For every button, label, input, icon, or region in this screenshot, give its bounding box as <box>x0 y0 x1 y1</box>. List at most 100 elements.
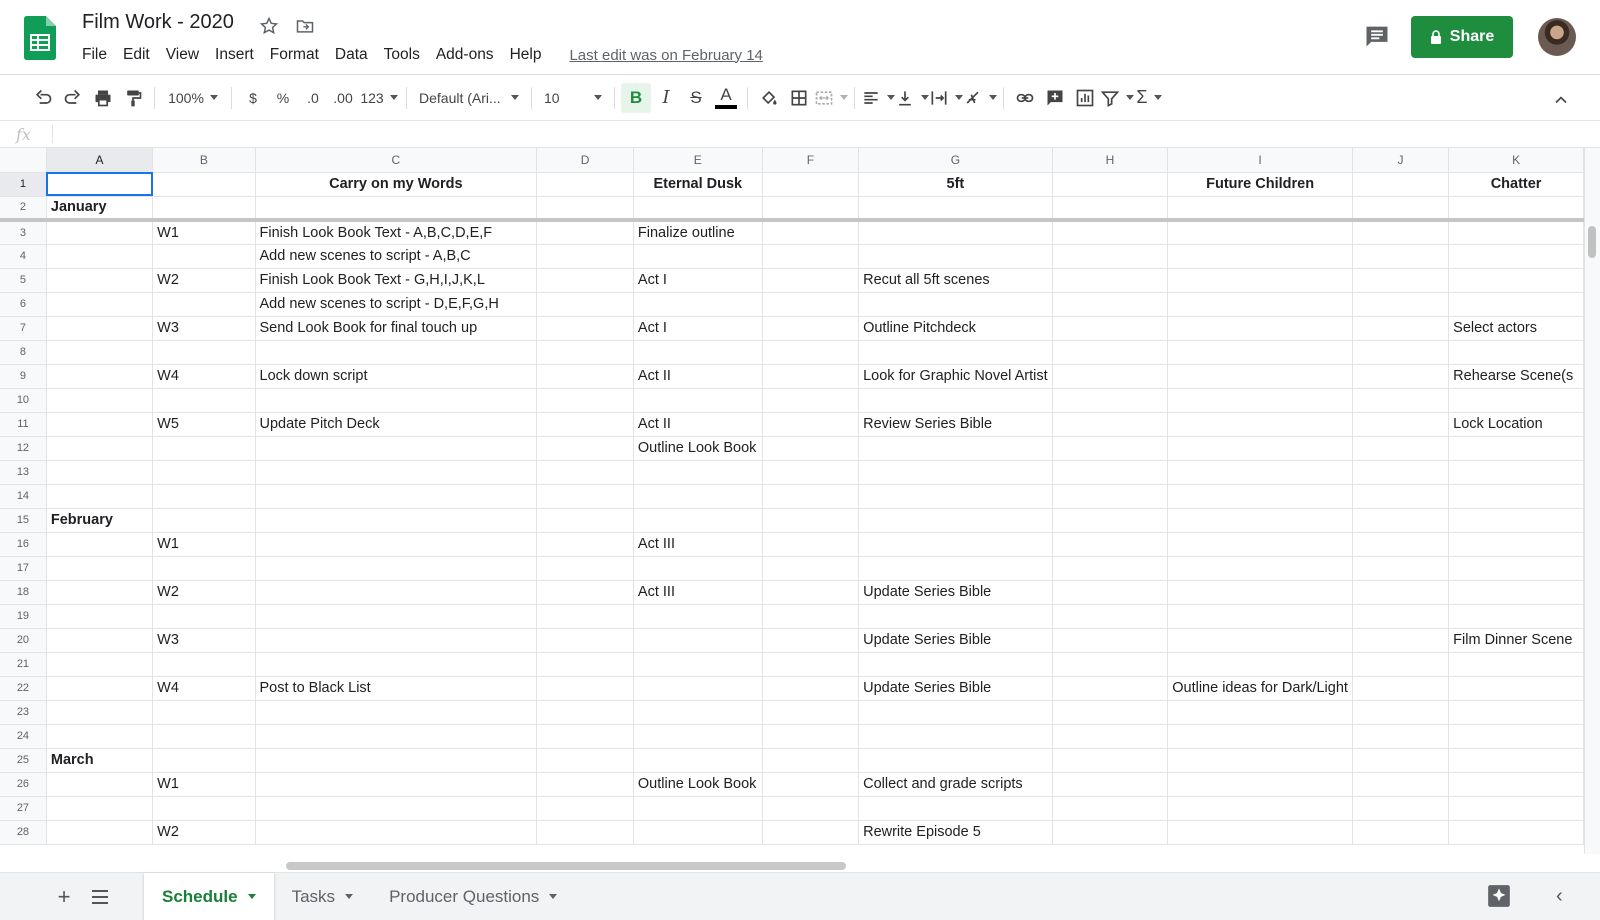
cell-i14[interactable] <box>1167 484 1353 509</box>
cell-c5[interactable]: Finish Look Book Text - G,H,I,J,K,L <box>255 268 538 293</box>
cell-g25[interactable] <box>858 748 1053 773</box>
select-all-corner[interactable] <box>0 148 47 173</box>
cell-c23[interactable] <box>255 700 538 725</box>
menu-data[interactable]: Data <box>327 44 376 66</box>
cell-a8[interactable] <box>46 340 154 365</box>
cell-k27[interactable] <box>1448 796 1584 821</box>
cell-k2[interactable] <box>1448 196 1584 222</box>
cell-g17[interactable] <box>858 556 1053 581</box>
cell-a11[interactable] <box>46 412 154 437</box>
cell-e15[interactable] <box>633 508 763 533</box>
vertical-scrollbar[interactable] <box>1584 148 1600 854</box>
cell-g13[interactable] <box>858 460 1053 485</box>
column-header[interactable]: B <box>152 148 256 173</box>
cell-k5[interactable] <box>1448 268 1584 293</box>
cell-h21[interactable] <box>1052 652 1169 677</box>
cell-f27[interactable] <box>762 796 860 821</box>
cell-g20[interactable]: Update Series Bible <box>858 628 1053 653</box>
cell-e6[interactable] <box>633 292 763 317</box>
cell-i3[interactable] <box>1167 220 1353 245</box>
cell-b3[interactable]: W1 <box>152 220 256 245</box>
horizontal-align-icon[interactable] <box>861 83 895 113</box>
cell-b13[interactable] <box>152 460 256 485</box>
cell-f16[interactable] <box>762 532 860 557</box>
cell-j14[interactable] <box>1352 484 1450 509</box>
cell-h8[interactable] <box>1052 340 1169 365</box>
cell-a24[interactable] <box>46 724 154 749</box>
cell-k1[interactable]: Chatter <box>1448 172 1584 197</box>
cell-c17[interactable] <box>255 556 538 581</box>
cell-i10[interactable] <box>1167 388 1353 413</box>
cell-f2[interactable] <box>762 196 860 222</box>
cell-a23[interactable] <box>46 700 154 725</box>
cell-j28[interactable] <box>1352 820 1450 845</box>
cell-d2[interactable] <box>536 196 634 222</box>
cell-a14[interactable] <box>46 484 154 509</box>
cell-d7[interactable] <box>536 316 634 341</box>
cell-j17[interactable] <box>1352 556 1450 581</box>
cell-c18[interactable] <box>255 580 538 605</box>
cell-i6[interactable] <box>1167 292 1353 317</box>
cell-h5[interactable] <box>1052 268 1169 293</box>
cell-c12[interactable] <box>255 436 538 461</box>
cell-k18[interactable] <box>1448 580 1584 605</box>
cell-b7[interactable]: W3 <box>152 316 256 341</box>
cell-g15[interactable] <box>858 508 1053 533</box>
cell-g21[interactable] <box>858 652 1053 677</box>
cell-h23[interactable] <box>1052 700 1169 725</box>
cell-k3[interactable] <box>1448 220 1584 245</box>
cell-d27[interactable] <box>536 796 634 821</box>
increase-decimal-button[interactable]: .00 <box>328 83 358 113</box>
cell-i27[interactable] <box>1167 796 1353 821</box>
cell-b1[interactable] <box>152 172 256 197</box>
cell-k17[interactable] <box>1448 556 1584 581</box>
cell-h13[interactable] <box>1052 460 1169 485</box>
cell-k7[interactable]: Select actors <box>1448 316 1584 341</box>
cell-d26[interactable] <box>536 772 634 797</box>
cell-h9[interactable] <box>1052 364 1169 389</box>
cell-f4[interactable] <box>762 244 860 269</box>
cell-g24[interactable] <box>858 724 1053 749</box>
cell-i7[interactable] <box>1167 316 1353 341</box>
cell-j24[interactable] <box>1352 724 1450 749</box>
cell-h25[interactable] <box>1052 748 1169 773</box>
cell-c4[interactable]: Add new scenes to script - A,B,C <box>255 244 538 269</box>
cell-b12[interactable] <box>152 436 256 461</box>
cell-e5[interactable]: Act I <box>633 268 763 293</box>
cell-d1[interactable] <box>536 172 634 197</box>
menu-help[interactable]: Help <box>502 44 550 66</box>
cell-f28[interactable] <box>762 820 860 845</box>
star-icon[interactable] <box>257 14 281 38</box>
cell-i12[interactable] <box>1167 436 1353 461</box>
cell-e27[interactable] <box>633 796 763 821</box>
cell-d15[interactable] <box>536 508 634 533</box>
column-header[interactable]: E <box>633 148 763 173</box>
functions-button[interactable]: Σ <box>1134 83 1164 113</box>
font-size-select[interactable]: 10 <box>538 83 608 113</box>
row-header[interactable]: 16 <box>0 532 47 557</box>
row-header[interactable]: 18 <box>0 580 47 605</box>
cell-k20[interactable]: Film Dinner Scene <box>1448 628 1584 653</box>
cell-d19[interactable] <box>536 604 634 629</box>
cell-e8[interactable] <box>633 340 763 365</box>
cell-b15[interactable] <box>152 508 256 533</box>
collapse-menus-icon[interactable] <box>1546 85 1576 115</box>
row-header[interactable]: 4 <box>0 244 47 269</box>
side-panel-toggle-icon[interactable]: ‹ <box>1556 885 1563 908</box>
cell-e1[interactable]: Eternal Dusk <box>633 172 763 197</box>
merge-cells-icon[interactable] <box>814 83 848 113</box>
cell-j8[interactable] <box>1352 340 1450 365</box>
cell-k13[interactable] <box>1448 460 1584 485</box>
cell-f19[interactable] <box>762 604 860 629</box>
cell-k16[interactable] <box>1448 532 1584 557</box>
cell-a15[interactable]: February <box>46 508 154 533</box>
cell-b20[interactable]: W3 <box>152 628 256 653</box>
cell-k19[interactable] <box>1448 604 1584 629</box>
cell-i20[interactable] <box>1167 628 1353 653</box>
cell-c13[interactable] <box>255 460 538 485</box>
cell-k6[interactable] <box>1448 292 1584 317</box>
cell-j26[interactable] <box>1352 772 1450 797</box>
cell-e24[interactable] <box>633 724 763 749</box>
cell-d4[interactable] <box>536 244 634 269</box>
cell-d5[interactable] <box>536 268 634 293</box>
